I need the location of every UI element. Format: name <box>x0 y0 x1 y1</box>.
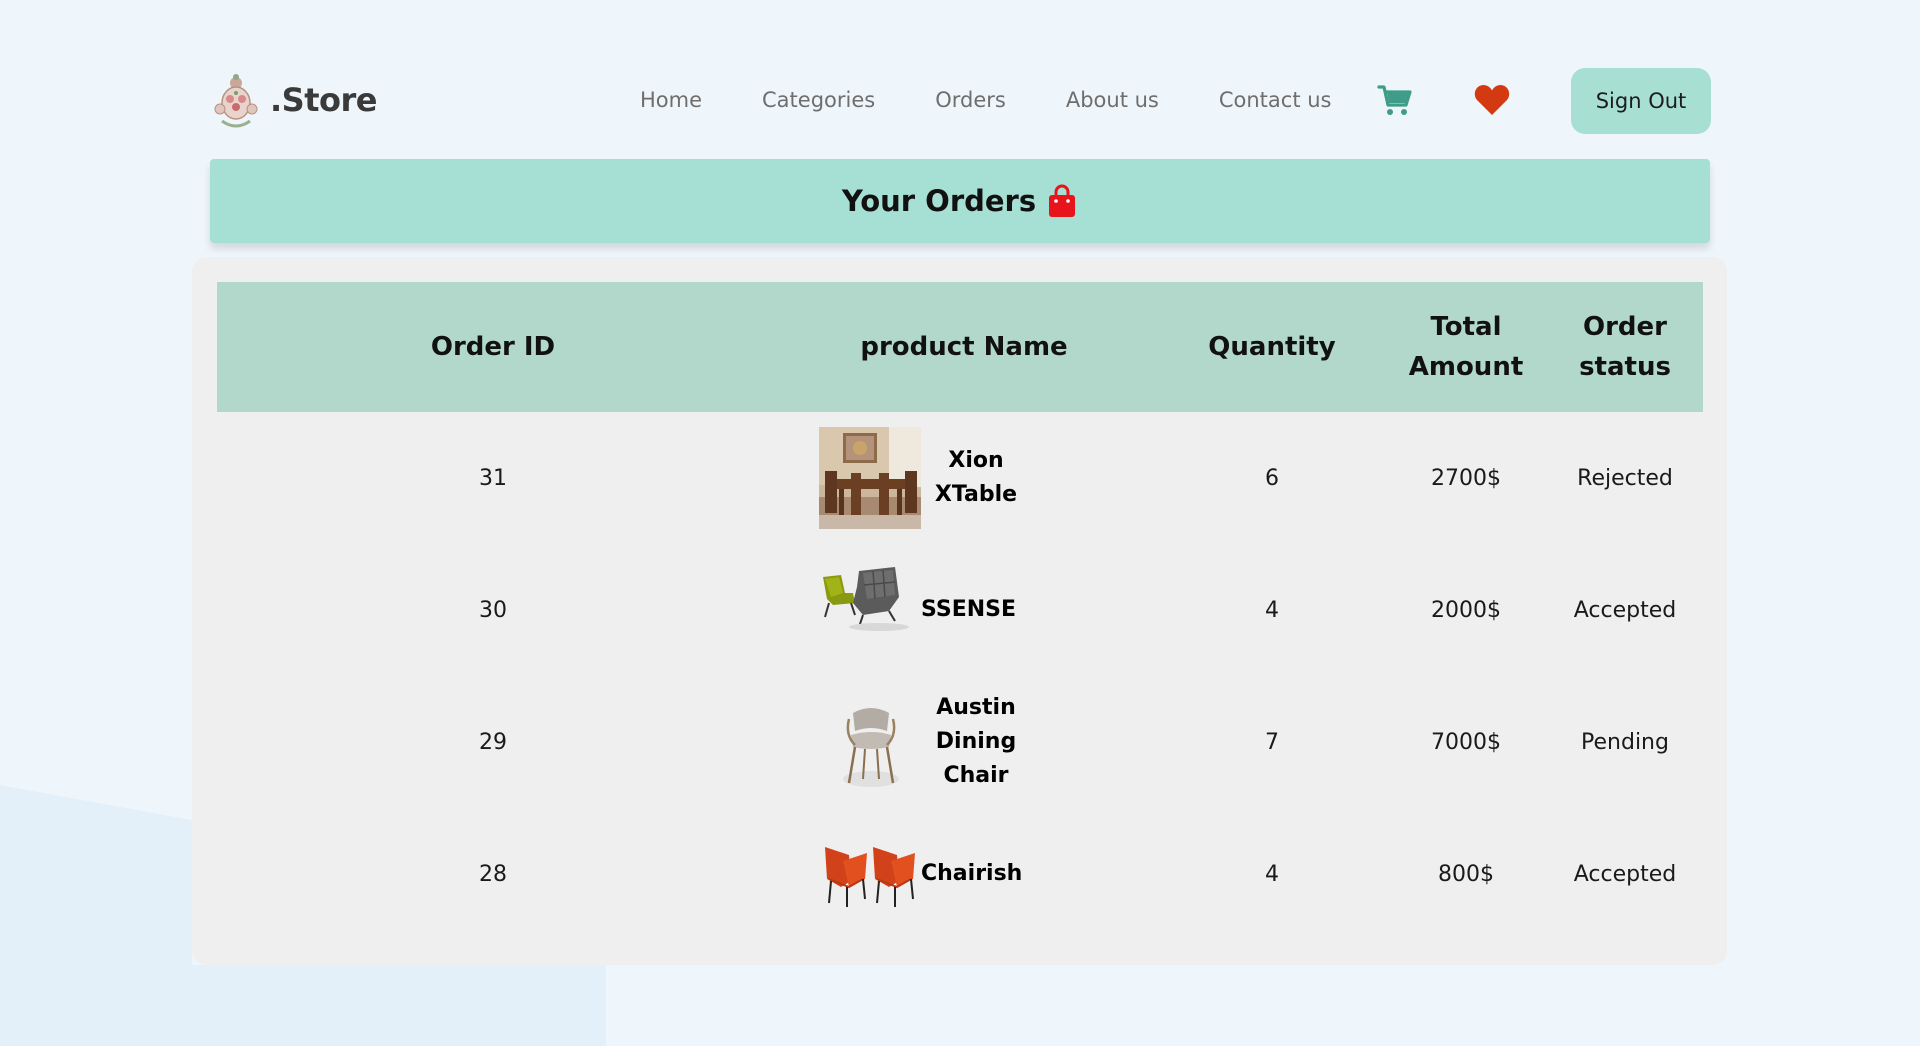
nav-link-about-us[interactable]: About us <box>1066 88 1159 112</box>
table-row: 30 SSENSE 4 2000$ Accepted <box>217 544 1703 676</box>
total-amount-cell: 2000$ <box>1431 597 1501 623</box>
order-id-cell: 30 <box>479 597 507 623</box>
table-row: 29 Austin Dining Chair 7 7000$ Pending <box>217 676 1703 808</box>
product-image-dining-chair <box>843 708 899 787</box>
brand-logo[interactable]: .Store <box>210 69 377 131</box>
order-id-cell: 29 <box>479 729 507 755</box>
quantity-cell: 4 <box>1265 861 1279 887</box>
table-row: 31 Xion XTable 6 2700$ Rejected <box>217 412 1703 544</box>
order-status-cell: Pending <box>1581 729 1669 755</box>
nav-link-home[interactable]: Home <box>640 88 702 112</box>
nav-link-orders[interactable]: Orders <box>935 88 1006 112</box>
wishlist-button[interactable] <box>1472 80 1512 120</box>
order-status-cell: Accepted <box>1573 597 1677 623</box>
cart-button[interactable] <box>1375 80 1415 120</box>
product-cell[interactable]: Xion XTable <box>769 412 1159 544</box>
product-cell[interactable]: Chairish <box>769 808 1159 940</box>
product-name: SSENSE <box>921 597 1017 622</box>
header-order-status: Order status <box>1579 312 1671 382</box>
product-image-orange-armchairs <box>825 847 915 907</box>
table-row: 28 Chairish 4 800$ Accepted <box>217 808 1703 940</box>
orders-banner: Your Orders <box>210 159 1710 243</box>
nav-links: Home Categories Orders About us Contact … <box>640 62 1392 138</box>
quantity-cell: 7 <box>1265 729 1279 755</box>
product-cell[interactable]: Austin Dining Chair <box>769 676 1159 808</box>
header-quantity: Quantity <box>1208 332 1336 362</box>
product-name: Chairish <box>921 861 1023 886</box>
brand-name: .Store <box>270 81 377 119</box>
order-status-cell: Rejected <box>1577 465 1673 491</box>
page-title: Your Orders <box>841 184 1037 218</box>
order-id-cell: 28 <box>479 861 507 887</box>
navbar: .Store Home Categories Orders About us C… <box>210 62 1711 138</box>
total-amount-cell: 7000$ <box>1431 729 1501 755</box>
nav-link-contact-us[interactable]: Contact us <box>1219 88 1332 112</box>
product-name: Austin Dining Chair <box>935 695 1017 788</box>
order-status-cell: Accepted <box>1573 861 1677 887</box>
nav-link-categories[interactable]: Categories <box>762 88 875 112</box>
total-amount-cell: 2700$ <box>1431 465 1501 491</box>
order-id-cell: 31 <box>479 465 507 491</box>
product-image-dining-table <box>819 427 921 529</box>
header-order-id: Order ID <box>430 332 556 362</box>
header-product-name: product Name <box>860 332 1068 362</box>
product-cell[interactable]: SSENSE <box>769 544 1159 676</box>
sign-out-button[interactable]: Sign Out <box>1571 68 1711 134</box>
shopping-cart-icon <box>1377 85 1412 115</box>
product-image-lounge-chairs <box>823 567 909 631</box>
heart-icon <box>1474 85 1510 115</box>
orders-page: .Store Home Categories Orders About us C… <box>0 0 1920 1046</box>
header-total-amount: Total Amount <box>1408 312 1524 382</box>
shopping-bag-icon <box>1049 184 1076 217</box>
floral-logo-icon <box>214 74 258 128</box>
product-name: Xion XTable <box>934 448 1018 507</box>
quantity-cell: 6 <box>1265 465 1279 491</box>
total-amount-cell: 800$ <box>1438 861 1494 887</box>
quantity-cell: 4 <box>1265 597 1279 623</box>
orders-card: Order ID product Name Quantity Total Amou… <box>192 257 1727 965</box>
orders-table: Order ID product Name Quantity Total Amou… <box>217 282 1703 940</box>
table-header-row: Order ID product Name Quantity Total Amou… <box>217 282 1703 412</box>
